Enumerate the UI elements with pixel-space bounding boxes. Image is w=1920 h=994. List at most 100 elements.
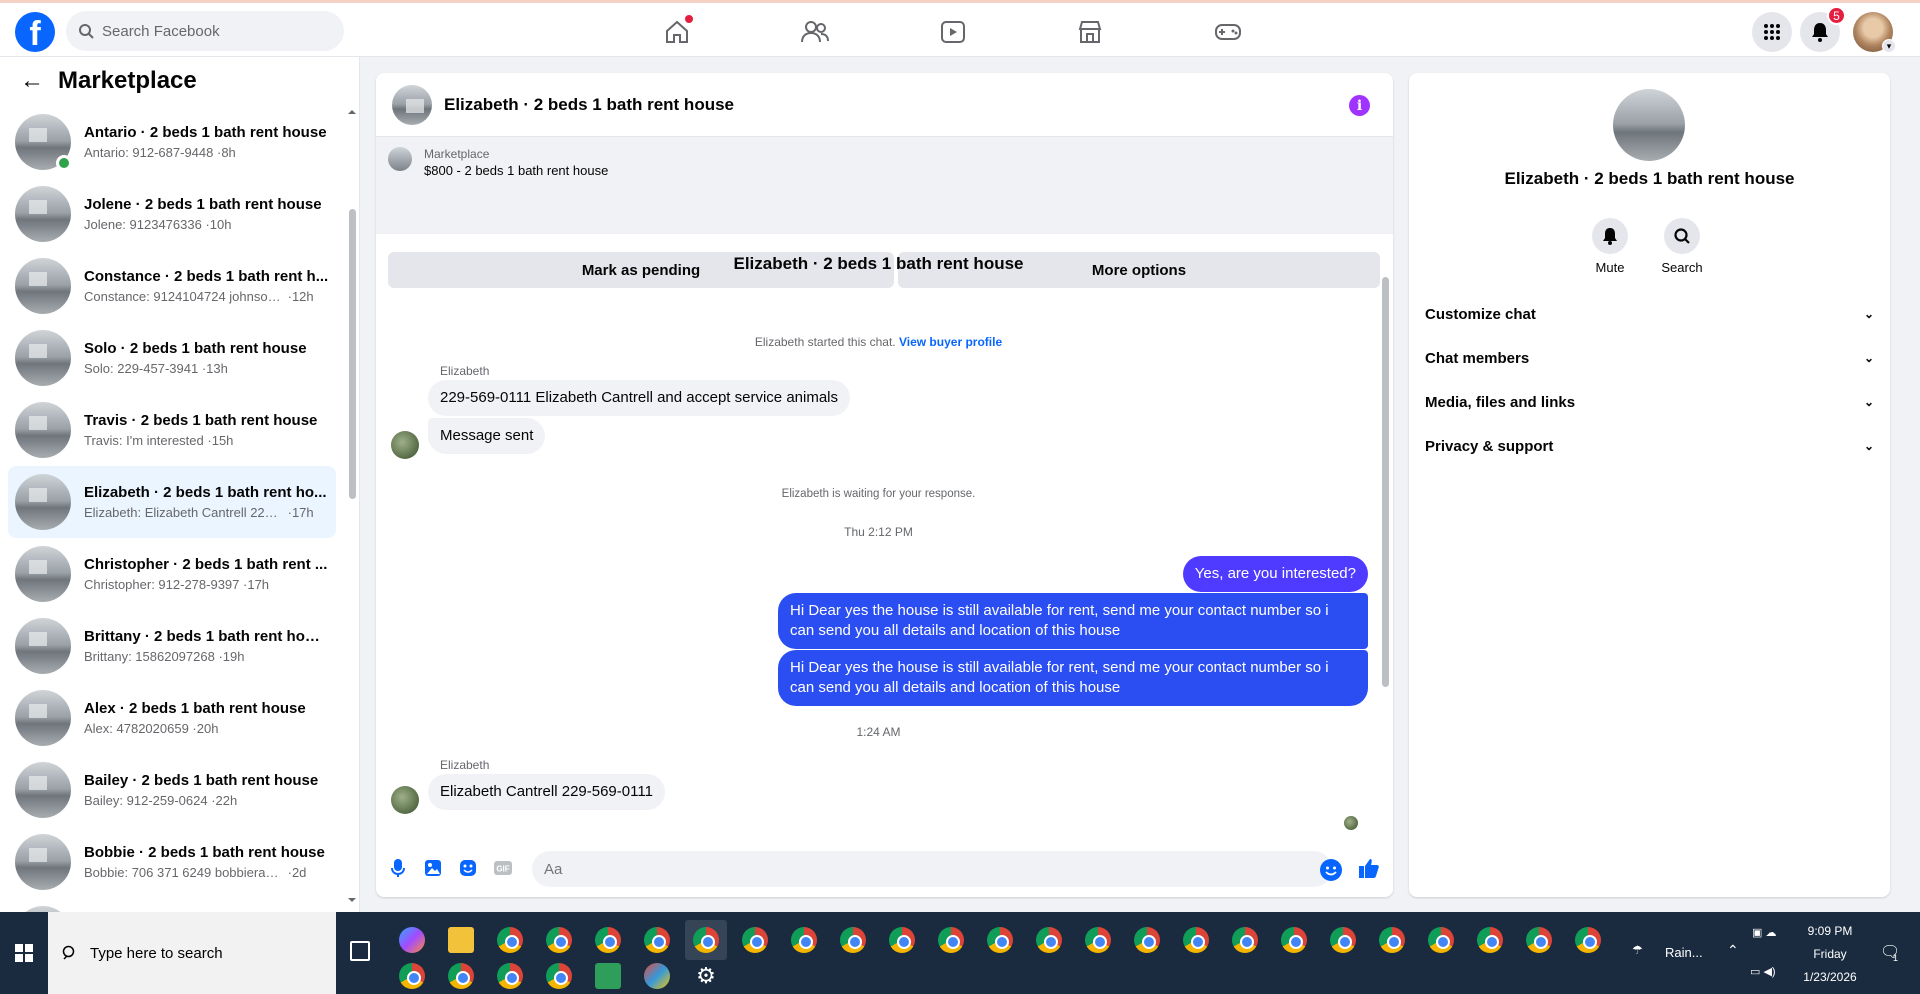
incoming-message[interactable]: 229-569-0111 Elizabeth Cantrell and acce… — [428, 380, 851, 416]
chrome-icon[interactable] — [938, 927, 964, 953]
friends-icon[interactable] — [801, 18, 829, 46]
clock-time[interactable]: 9:09 PM — [1800, 924, 1860, 938]
outgoing-message[interactable]: Hi Dear yes the house is still available… — [778, 593, 1368, 649]
chrome-icon[interactable] — [1183, 927, 1209, 953]
chrome-icon[interactable] — [889, 927, 915, 953]
paint-icon[interactable] — [644, 963, 670, 989]
conversation-item[interactable]: Solo · 2 beds 1 bath rent house Solo: 229… — [8, 322, 336, 394]
conversation-item[interactable]: Brittany · 2 beds 1 bath rent house Britt… — [8, 610, 336, 682]
gaming-icon[interactable] — [1214, 18, 1242, 46]
bell-icon[interactable] — [1592, 218, 1628, 254]
sender-avatar[interactable] — [391, 431, 419, 459]
notifications-button[interactable]: 5 — [1800, 6, 1846, 52]
search-icon[interactable] — [1664, 218, 1700, 254]
conversation-item[interactable]: Constance · 2 beds 1 bath rent h... Const… — [8, 250, 336, 322]
search-in-conversation-button[interactable]: Search — [1652, 218, 1712, 275]
outgoing-message[interactable]: Hi Dear yes the house is still available… — [778, 650, 1368, 706]
chrome-icon[interactable] — [448, 963, 474, 989]
chat-members-section[interactable]: Chat members ⌄ — [1425, 338, 1874, 378]
info-icon[interactable]: i — [1349, 95, 1370, 116]
chrome-icon[interactable] — [1330, 927, 1356, 953]
chrome-icon[interactable] — [791, 927, 817, 953]
chat-avatar[interactable] — [392, 84, 432, 125]
task-view-icon[interactable] — [350, 941, 370, 961]
view-buyer-profile-link[interactable]: View buyer profile — [899, 335, 1002, 349]
conversation-scroll-thumb[interactable] — [349, 209, 356, 499]
sticker-icon[interactable] — [456, 856, 480, 880]
incoming-message[interactable]: Elizabeth Cantrell 229-569-0111 — [428, 774, 665, 810]
scroll-up-icon[interactable] — [347, 107, 357, 117]
chrome-icon[interactable] — [399, 963, 425, 989]
facebook-logo[interactable]: f — [15, 12, 55, 52]
listing-thumbnail[interactable] — [388, 147, 412, 171]
conversation-item[interactable]: Travis · 2 beds 1 bath rent house Travis:… — [8, 394, 336, 466]
conversation-item[interactable]: Elizabeth · 2 beds 1 bath rent ho... Eliz… — [8, 466, 336, 538]
chrome-icon[interactable] — [497, 927, 523, 953]
chrome-icon[interactable] — [1575, 927, 1601, 953]
chrome-icon[interactable] — [497, 963, 523, 989]
outgoing-message[interactable]: Yes, are you interested? — [1182, 556, 1368, 592]
tray-icons[interactable]: ▣ ☁ — [1752, 926, 1776, 939]
file-explorer-icon[interactable] — [448, 927, 474, 953]
network-volume-icons[interactable]: ▭ ◀) — [1750, 965, 1776, 978]
windows-start-button[interactable] — [0, 912, 48, 994]
chrome-icon[interactable] — [693, 927, 719, 953]
weather-icon[interactable]: ☂ — [1632, 943, 1643, 957]
chrome-icon[interactable] — [1134, 927, 1160, 953]
conversation-item[interactable]: Bobbie · 2 beds 1 bath rent house Bobbie:… — [8, 826, 336, 898]
emoji-icon[interactable] — [1320, 859, 1342, 881]
chevron-down-icon[interactable]: ▾ — [1882, 39, 1896, 53]
customize-chat-section[interactable]: Customize chat ⌄ — [1425, 294, 1874, 334]
contact-avatar[interactable] — [1613, 89, 1685, 161]
sender-avatar[interactable] — [391, 786, 419, 814]
chrome-icon[interactable] — [1428, 927, 1454, 953]
conversation-item[interactable]: Hank · 2 beds 1 bath rent house — [8, 898, 336, 912]
clock-date[interactable]: 1/23/2026 — [1800, 970, 1860, 984]
chrome-icon[interactable] — [1281, 927, 1307, 953]
chrome-icon[interactable] — [1477, 927, 1503, 953]
back-arrow-icon[interactable]: ← — [20, 67, 44, 95]
chrome-icon[interactable] — [546, 963, 572, 989]
chrome-icon[interactable] — [987, 927, 1013, 953]
chrome-icon[interactable] — [1379, 927, 1405, 953]
chat-scroll-thumb[interactable] — [1382, 277, 1389, 687]
scroll-down-icon[interactable] — [347, 895, 357, 905]
conversation-item[interactable]: Antario · 2 beds 1 bath rent house Antari… — [8, 106, 336, 178]
chat-scrollbar[interactable] — [1381, 203, 1389, 693]
message-input[interactable] — [532, 851, 1332, 887]
chrome-icon[interactable] — [595, 927, 621, 953]
menu-grid-button[interactable] — [1752, 12, 1792, 52]
save-app-icon[interactable] — [595, 963, 621, 989]
taskbar-search-box[interactable]: Type here to search — [48, 912, 336, 994]
chat-title[interactable]: Elizabeth · 2 beds 1 bath rent house — [444, 95, 734, 115]
chrome-icon[interactable] — [546, 927, 572, 953]
facebook-search-box[interactable]: Search Facebook — [66, 11, 344, 51]
chevron-up-icon[interactable]: ⌃ — [1727, 942, 1739, 959]
photo-icon[interactable] — [421, 856, 445, 880]
settings-gear-icon[interactable]: ⚙ — [693, 963, 719, 989]
chrome-icon[interactable] — [644, 927, 670, 953]
gif-icon[interactable]: GIF — [491, 856, 515, 880]
chrome-icon[interactable] — [1232, 927, 1258, 953]
media-files-links-section[interactable]: Media, files and links ⌄ — [1425, 382, 1874, 422]
incoming-message[interactable]: Message sent — [428, 418, 546, 454]
copilot-icon[interactable] — [399, 927, 425, 953]
listing-title[interactable]: $800 - 2 beds 1 bath rent house — [424, 163, 608, 178]
home-icon[interactable] — [663, 15, 693, 46]
marketplace-icon[interactable] — [1076, 18, 1104, 46]
weather-text[interactable]: Rain... — [1665, 945, 1703, 960]
chrome-icon[interactable] — [1085, 927, 1111, 953]
chrome-icon[interactable] — [840, 927, 866, 953]
mute-button[interactable]: Mute — [1580, 218, 1640, 275]
conversation-item[interactable]: Bailey · 2 beds 1 bath rent house Bailey:… — [8, 754, 336, 826]
chrome-icon[interactable] — [1526, 927, 1552, 953]
video-icon[interactable] — [939, 18, 967, 46]
microphone-icon[interactable] — [386, 856, 410, 880]
conversation-item[interactable]: Alex · 2 beds 1 bath rent house Alex: 478… — [8, 682, 336, 754]
clock-day[interactable]: Friday — [1800, 947, 1860, 961]
conversation-item[interactable]: Jolene · 2 beds 1 bath rent house Jolene:… — [8, 178, 336, 250]
thumbs-up-icon[interactable] — [1357, 856, 1381, 880]
chrome-icon[interactable] — [742, 927, 768, 953]
chrome-icon[interactable] — [1036, 927, 1062, 953]
privacy-support-section[interactable]: Privacy & support ⌄ — [1425, 426, 1874, 466]
